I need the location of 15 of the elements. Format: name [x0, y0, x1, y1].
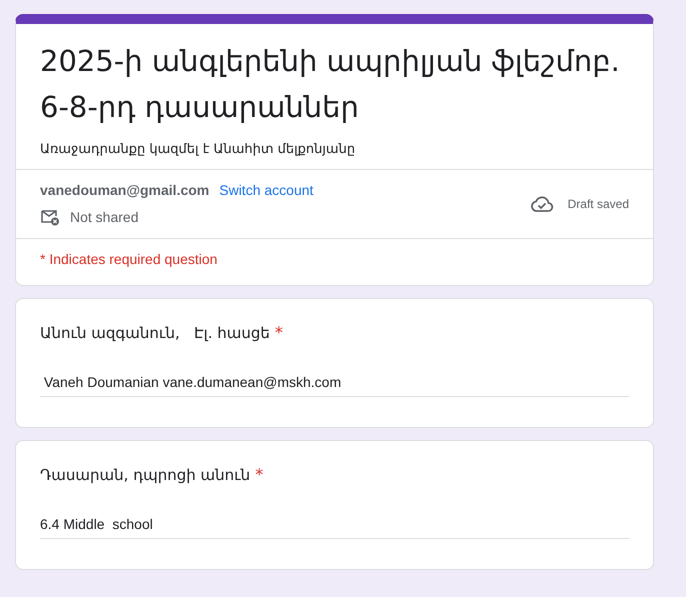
form-description: Առաջադրանքը կազմել է Անահիտ մելքոնյանը — [40, 142, 356, 157]
question-label: Դասարան, դպրոցի անուն — [40, 466, 250, 484]
question-label: Անուն ազգանուն, Էլ. հասցե — [40, 324, 270, 342]
answer-field[interactable]: 6.4 Middle school — [40, 512, 629, 539]
sharing-status: Not shared — [70, 209, 138, 225]
account-email: vanedouman@gmail.com — [40, 182, 210, 198]
cloud-check-icon — [530, 195, 554, 213]
mail-blocked-icon — [40, 208, 60, 226]
switch-account-link[interactable]: Switch account — [219, 182, 314, 198]
save-status: Draft saved — [568, 197, 629, 211]
required-mark: * — [274, 323, 283, 342]
answer-field[interactable]: Vaneh Doumanian vane.dumanean@mskh.com — [40, 370, 629, 397]
form-title: 2025-ի անգլերենի ապրիլյան ֆլեշմոբ. 6-8-րդ դասարաններ — [40, 43, 621, 126]
required-note: * Indicates required question — [39, 250, 218, 269]
required-mark: * — [255, 465, 264, 484]
